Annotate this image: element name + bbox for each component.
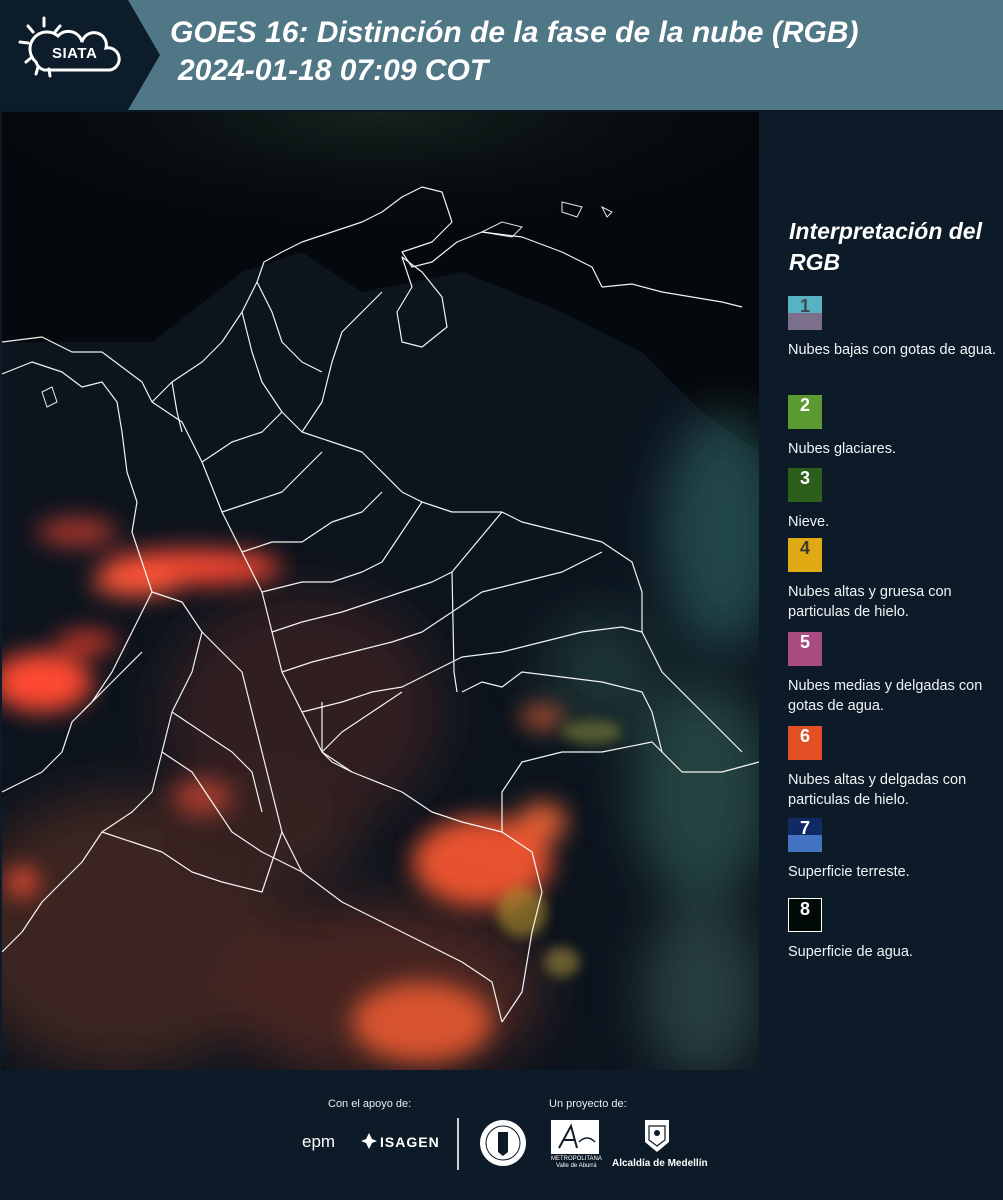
- legend-swatch-number: 5: [799, 632, 810, 652]
- project-label: Un proyecto de:: [549, 1098, 627, 1110]
- area-metropolitana-subtext: Valle de Aburrá: [556, 1163, 597, 1169]
- area-metropolitana-logo-icon: [551, 1120, 599, 1159]
- legend-label: Nubes medias y delgadas con gotas de agu…: [788, 678, 983, 714]
- legend-item: 6 Nubes altas y delgadas con particulas d…: [788, 726, 998, 810]
- legend-label: Superficie terreste.: [788, 864, 910, 880]
- page-subtitle-datetime: 2024-01-18 07:09 COT: [178, 54, 489, 87]
- legend-swatch: 5: [788, 632, 822, 666]
- legend-swatch: 3: [788, 468, 822, 502]
- legend-item: 4 Nubes altas y gruesa con particulas de …: [788, 538, 998, 622]
- legend-swatch-number: 2: [799, 395, 810, 415]
- footer-divider: [457, 1118, 459, 1170]
- legend-label: Nieve.: [788, 514, 830, 530]
- legend-swatch-number: 3: [799, 468, 810, 488]
- page-title: GOES 16: Distinción de la fase de la nub…: [170, 16, 859, 49]
- legend-title: Interpretación del RGB: [789, 218, 982, 275]
- legend-label: Nubes altas y gruesa con particulas de h…: [788, 584, 952, 620]
- legend-item: 3 Nieve.: [788, 468, 998, 532]
- legend-label: Nubes altas y delgadas con particulas de…: [788, 772, 967, 808]
- isagen-logo: ISAGEN: [380, 1134, 440, 1150]
- legend-swatch: 8: [788, 898, 822, 932]
- isagen-logo-icon: [360, 1132, 378, 1155]
- support-label: Con el apoyo de:: [328, 1098, 412, 1110]
- legend-swatch-number: 6: [799, 726, 810, 746]
- legend-item: 2 Nubes glaciares.: [788, 395, 998, 459]
- legend-item: 5 Nubes medias y delgadas con gotas de ag…: [788, 632, 998, 716]
- alcaldia-medellin-logo: Alcaldía de Medellín: [612, 1158, 708, 1169]
- legend-swatch: 1: [788, 296, 822, 330]
- legend-item: 1 Nubes bajas con gotas de agua.: [788, 296, 998, 360]
- legend-swatch: 7: [788, 818, 822, 852]
- legend-label: Nubes bajas con gotas de agua.: [788, 342, 996, 358]
- satellite-map: [2, 112, 759, 1070]
- legend-panel: Interpretación del RGB 1 Nubes bajas con …: [772, 110, 1003, 1070]
- legend-swatch-number: 1: [799, 296, 810, 316]
- legend-item: 7 Superficie terreste.: [788, 818, 998, 882]
- siata-logo: SIATA: [0, 0, 160, 110]
- legend-swatch-number: 4: [799, 538, 810, 558]
- epm-logo: epm: [302, 1132, 336, 1151]
- medellin-shield-icon: [643, 1118, 671, 1159]
- footer-bar: Con el apoyo de: Un proyecto de: epm ISA…: [0, 1070, 1003, 1200]
- legend-swatch: 4: [788, 538, 822, 572]
- legend-swatch: 6: [788, 726, 822, 760]
- legend-item: 8 Superficie de agua.: [788, 898, 998, 962]
- area-metropolitana-text: METROPOLITANA: [551, 1156, 602, 1162]
- siata-logo-text: SIATA: [52, 45, 98, 62]
- legend-label: Superficie de agua.: [788, 944, 913, 960]
- legend-swatch-number: 8: [799, 899, 810, 919]
- header-bar: SIATA GOES 16: Distinción de la fase de …: [0, 0, 1003, 110]
- legend-label: Nubes glaciares.: [788, 441, 896, 457]
- university-seal-icon: [478, 1118, 528, 1173]
- legend-swatch: 2: [788, 395, 822, 429]
- legend-swatch-number: 7: [799, 818, 810, 838]
